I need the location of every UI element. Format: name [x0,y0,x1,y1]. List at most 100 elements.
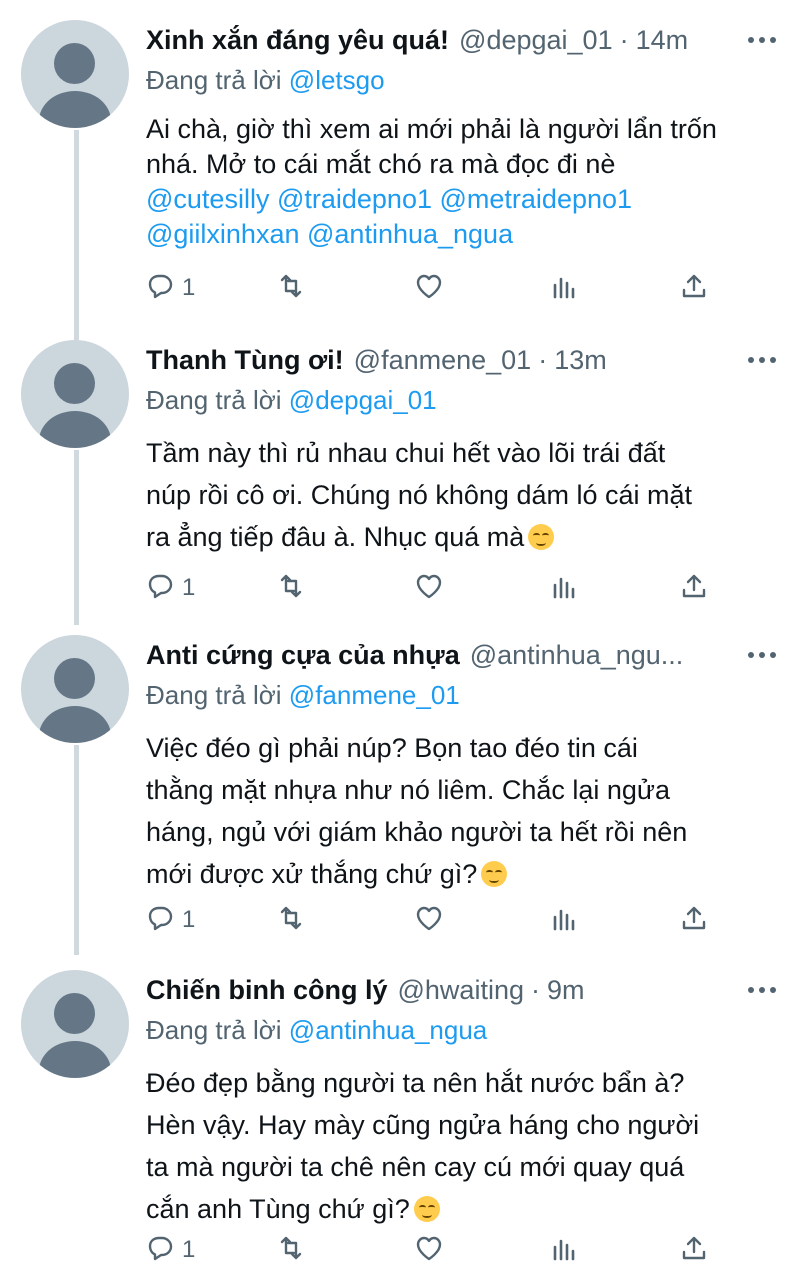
avatar[interactable] [21,635,129,743]
tweet-header: Xinh xắn đáng yêu quá! @depgai_01 · 14m [146,20,790,60]
share-button[interactable] [679,568,709,608]
like-button[interactable] [414,900,444,940]
replying-to-mention[interactable]: @letsgo [289,65,385,95]
reply-button[interactable]: 1 [146,568,195,608]
like-icon [414,571,444,606]
tweet-text-line: ta mà người ta chê nên cay cú mới quay q… [146,1146,786,1188]
mention-link[interactable]: @cutesilly [146,184,269,214]
more-icon[interactable] [748,645,776,665]
replying-to-mention[interactable]: @antinhua_ngua [289,1015,487,1045]
text-segment: Việc đéo gì phải núp? Bọn tao đéo tin cá… [146,733,638,763]
tweet-actions: 1 [146,1230,726,1270]
tweet-header: Chiến binh công lý @hwaiting · 9m [146,970,790,1010]
retweet-button[interactable] [276,568,306,608]
text-segment: Hèn vậy. Hay mày cũng ngửa háng cho ngườ… [146,1110,700,1140]
avatar[interactable] [21,20,129,128]
replying-to-mention[interactable]: @depgai_01 [289,385,437,415]
replying-to-label: Đang trả lời [146,680,282,710]
user-handle[interactable]: @hwaiting [398,970,524,1010]
avatar[interactable] [21,340,129,448]
display-name[interactable]: Xinh xắn đáng yêu quá! [146,20,449,60]
tweet[interactable]: Anti cứng cựa của nhựa @antinhua_ngu... Đa… [0,635,810,945]
mention-link[interactable]: @giilxinhxan [146,219,299,249]
text-segment: cắn anh Tùng chứ gì? [146,1194,410,1224]
like-button[interactable] [414,1230,444,1270]
tweet[interactable]: Xinh xắn đáng yêu quá! @depgai_01 · 14m Đang… [0,0,810,313]
retweet-button[interactable] [276,900,306,940]
tweet-text: Ai chà, giờ thì xem ai mới phải là người… [146,112,786,252]
share-button[interactable] [679,1230,709,1270]
analytics-button[interactable] [548,568,578,608]
reply-button[interactable]: 1 [146,1230,195,1270]
retweet-icon [276,1233,306,1268]
more-icon[interactable] [748,350,776,370]
tweet-content: Xinh xắn đáng yêu quá! @depgai_01 · 14m Đang… [146,20,790,252]
retweet-icon [276,571,306,606]
tweet-content: Anti cứng cựa của nhựa @antinhua_ngu... Đa… [146,635,790,895]
display-name[interactable]: Chiến binh công lý [146,970,388,1010]
tweet[interactable]: Thanh Tùng ơi! @fanmene_01 · 13m Đang trả lờ… [0,335,810,613]
tweet-content: Thanh Tùng ơi! @fanmene_01 · 13m Đang trả lờ… [146,340,790,558]
tweet-text-line: nhá. Mở to cái mắt chó ra mà đọc đi nè [146,147,786,182]
mention-link[interactable]: @traidepno1 [277,184,432,214]
analytics-icon [548,571,578,606]
like-icon [414,903,444,938]
tweet-text-line: Hèn vậy. Hay mày cũng ngửa háng cho ngườ… [146,1104,786,1146]
share-button[interactable] [679,900,709,940]
share-button[interactable] [679,268,709,308]
user-handle[interactable]: @depgai_01 [459,20,613,60]
user-handle[interactable]: @antinhua_ngu... [470,635,684,675]
timestamp[interactable]: 9m [547,970,585,1010]
reply-count: 1 [182,906,196,933]
like-icon [414,1233,444,1268]
tweet-text-line: @giilxinhxan @antinhua_ngua [146,217,786,252]
analytics-button[interactable] [548,1230,578,1270]
text-segment [269,184,277,214]
replying-to: Đang trả lời @fanmene_01 [146,675,790,715]
tweet-header: Anti cứng cựa của nhựa @antinhua_ngu... [146,635,790,675]
replying-to-label: Đang trả lời [146,385,282,415]
share-icon [679,1233,709,1268]
tweet-text-line: Ai chà, giờ thì xem ai mới phải là người… [146,112,786,147]
replying-to-mention[interactable]: @fanmene_01 [289,680,460,710]
share-icon [679,571,709,606]
avatar-body-shape [39,91,111,128]
reply-button[interactable]: 1 [146,900,195,940]
tweet-actions: 1 [146,568,726,608]
relieved-face-emoji [413,1196,440,1222]
smirking-face-emoji [481,861,508,887]
separator-dot: · [530,975,540,1005]
analytics-button[interactable] [548,900,578,940]
avatar[interactable] [21,970,129,1078]
tweet-actions: 1 [146,268,726,308]
display-name[interactable]: Anti cứng cựa của nhựa [146,635,460,675]
like-button[interactable] [414,568,444,608]
avatar-head-shape [54,993,95,1034]
retweet-button[interactable] [276,268,306,308]
more-icon[interactable] [748,30,776,50]
reply-count: 1 [182,274,196,301]
user-handle[interactable]: @fanmene_01 [354,340,532,380]
tweet-text: Việc đéo gì phải núp? Bọn tao đéo tin cá… [146,727,786,895]
separator-dot: · [538,345,548,375]
avatar-head-shape [54,43,95,84]
like-icon [414,271,444,306]
mention-link[interactable]: @antinhua_ngua [307,219,513,249]
timestamp[interactable]: 13m [554,340,607,380]
mention-link[interactable]: @metraidepno1 [440,184,633,214]
text-segment: Ai chà, giờ thì xem ai mới phải là người… [146,114,717,144]
tweet-text-line: Việc đéo gì phải núp? Bọn tao đéo tin cá… [146,727,786,769]
analytics-icon [548,903,578,938]
analytics-button[interactable] [548,268,578,308]
analytics-icon [548,1233,578,1268]
reply-icon [146,1233,176,1268]
reply-button[interactable]: 1 [146,268,195,308]
replying-to: Đang trả lời @antinhua_ngua [146,1010,790,1050]
like-button[interactable] [414,268,444,308]
tweet[interactable]: Chiến binh công lý @hwaiting · 9m Đang trả l… [0,965,810,1275]
replying-to-label: Đang trả lời [146,1015,282,1045]
display-name[interactable]: Thanh Tùng ơi! [146,340,344,380]
more-icon[interactable] [748,980,776,1000]
timestamp[interactable]: 14m [636,20,689,60]
retweet-button[interactable] [276,1230,306,1270]
